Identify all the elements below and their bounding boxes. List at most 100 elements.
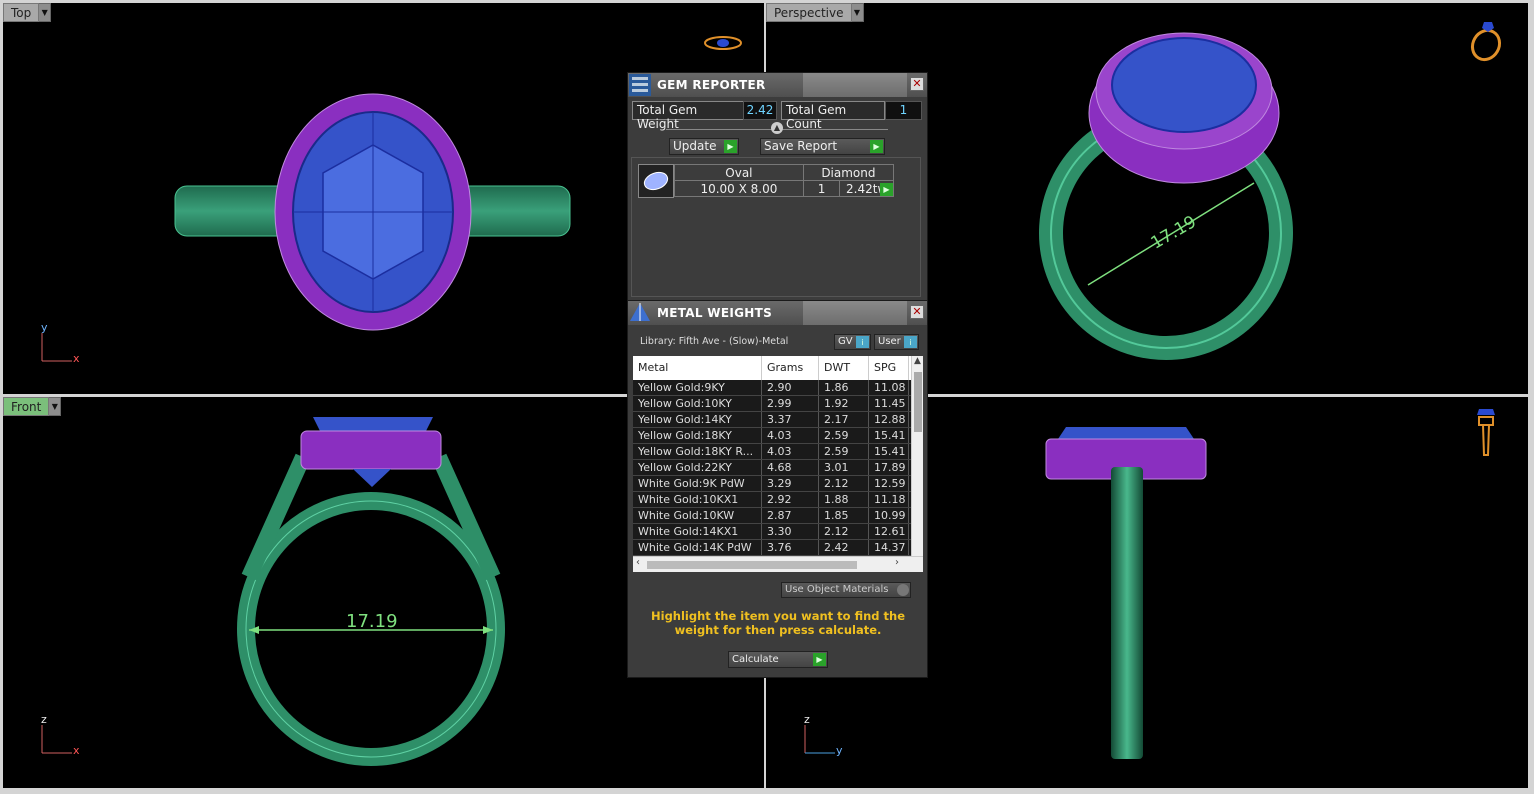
table-cell: 2.12 xyxy=(819,476,869,491)
title-gradient xyxy=(803,73,907,97)
scroll-thumb[interactable] xyxy=(914,372,922,432)
table-cell: 14.37 xyxy=(869,540,909,555)
table-row[interactable]: Yellow Gold:10KY 2.99 1.92 11.45 xyxy=(633,396,923,412)
play-icon: ▶ xyxy=(724,140,737,153)
table-row[interactable]: White Gold:9K PdW 3.29 2.12 12.59 xyxy=(633,476,923,492)
table-cell: Yellow Gold:10KY xyxy=(633,396,762,411)
viewport-top-label[interactable]: Top ▼ xyxy=(3,3,52,22)
metal-table-header: Metal Grams DWT SPG xyxy=(633,356,923,380)
library-label: Library: Fifth Ave - (Slow)-Metal xyxy=(640,336,789,347)
title-gradient xyxy=(803,301,907,325)
user-toggle[interactable]: User i xyxy=(874,334,919,350)
update-button[interactable]: Update ▶ xyxy=(669,138,739,155)
table-cell: Yellow Gold:18KY R... xyxy=(633,444,762,459)
save-report-button-label: Save Report xyxy=(764,139,838,153)
table-cell: 2.90 xyxy=(762,380,819,395)
use-object-materials-toggle[interactable]: Use Object Materials xyxy=(781,582,911,598)
table-cell: 2.99 xyxy=(762,396,819,411)
table-cell: 10.99 xyxy=(869,508,909,523)
table-row[interactable]: White Gold:14KX1 3.30 2.12 12.61 xyxy=(633,524,923,540)
axis-gizmo: z y xyxy=(799,713,849,762)
save-report-button[interactable]: Save Report ▶ xyxy=(760,138,885,155)
table-row[interactable]: White Gold:10KW 2.87 1.85 10.99 xyxy=(633,508,923,524)
table-cell: 3.01 xyxy=(819,460,869,475)
table-row[interactable]: Yellow Gold:22KY 4.68 3.01 17.89 xyxy=(633,460,923,476)
table-cell: White Gold:10KW xyxy=(633,508,762,523)
gem-thumbnail[interactable] xyxy=(638,164,674,198)
scroll-up-icon[interactable]: ▲ xyxy=(912,356,923,366)
ring-view-icon[interactable] xyxy=(1471,407,1501,462)
close-icon[interactable]: ✕ xyxy=(910,77,924,91)
table-cell: 4.03 xyxy=(762,428,819,443)
user-toggle-label: User xyxy=(878,336,901,347)
table-row[interactable]: Yellow Gold:14KY 3.37 2.17 12.88 xyxy=(633,412,923,428)
table-cell: 3.76 xyxy=(762,540,819,555)
scroll-thumb[interactable] xyxy=(647,561,857,569)
table-cell: 4.68 xyxy=(762,460,819,475)
info-icon: i xyxy=(856,336,869,348)
chevron-down-icon[interactable]: ▼ xyxy=(49,397,62,416)
metal-table[interactable]: Metal Grams DWT SPG Yellow Gold:9KY 2.90 1… xyxy=(633,356,923,572)
calculate-button[interactable]: Calculate ▶ xyxy=(728,651,828,668)
close-icon[interactable]: ✕ xyxy=(910,305,924,319)
column-header[interactable]: Metal xyxy=(633,356,762,380)
column-header[interactable]: Grams xyxy=(762,356,819,380)
column-header[interactable]: SPG xyxy=(869,356,909,380)
use-object-materials-label: Use Object Materials xyxy=(785,584,889,595)
calculate-button-label: Calculate xyxy=(732,654,779,665)
table-cell: 17.89 xyxy=(869,460,909,475)
table-cell: 12.59 xyxy=(869,476,909,491)
table-cell: 1.88 xyxy=(819,492,869,507)
update-button-label: Update xyxy=(673,139,717,153)
table-cell: 15.41 xyxy=(869,428,909,443)
gem-count: 1 xyxy=(802,180,841,197)
vertical-scrollbar[interactable]: ▲ xyxy=(911,356,923,556)
chevron-down-icon[interactable]: ▼ xyxy=(851,3,864,22)
viewport-front-label[interactable]: Front ▼ xyxy=(3,397,62,416)
ring-view-icon[interactable] xyxy=(1466,18,1506,63)
radio-icon xyxy=(897,584,909,596)
gem-table[interactable]: Oval Diamond 10.00 X 8.00 1 2.42tw xyxy=(674,164,895,197)
table-row[interactable]: White Gold:10KX1 2.92 1.88 11.18 xyxy=(633,492,923,508)
gv-toggle[interactable]: GV i xyxy=(834,334,871,350)
total-gem-count-label: Total Gem Count xyxy=(781,101,885,131)
table-cell: 4.03 xyxy=(762,444,819,459)
table-row[interactable]: Yellow Gold:18KY 4.03 2.59 15.41 xyxy=(633,428,923,444)
table-cell: Yellow Gold:22KY xyxy=(633,460,762,475)
play-icon: ▶ xyxy=(813,653,826,666)
viewport-name[interactable]: Front xyxy=(3,397,50,416)
collapse-icon[interactable]: ▲ xyxy=(771,122,783,134)
gem-reporter-titlebar[interactable]: GEM REPORTER ✕ xyxy=(628,73,927,97)
gem-row-play-icon[interactable]: ▶ xyxy=(880,183,893,196)
table-cell: 1.86 xyxy=(819,380,869,395)
viewport-name[interactable]: Top xyxy=(3,3,40,22)
table-cell: Yellow Gold:14KY xyxy=(633,412,762,427)
total-gem-weight-label: Total Gem Weight xyxy=(632,101,745,131)
ring-view-icon[interactable] xyxy=(703,33,743,53)
table-cell: 11.18 xyxy=(869,492,909,507)
viewport-name[interactable]: Perspective xyxy=(766,3,852,22)
axis-z-label: z xyxy=(804,713,810,726)
axis-x-label: x xyxy=(73,352,80,365)
column-header[interactable]: DWT xyxy=(819,356,869,380)
scroll-left-icon[interactable]: ‹ xyxy=(636,557,640,568)
horizontal-scrollbar[interactable]: ‹ › xyxy=(633,556,923,572)
table-cell: Yellow Gold:18KY xyxy=(633,428,762,443)
panel-title: GEM REPORTER xyxy=(657,78,766,92)
chevron-down-icon[interactable]: ▼ xyxy=(39,3,52,22)
gv-toggle-label: GV xyxy=(838,336,853,347)
table-cell: 11.45 xyxy=(869,396,909,411)
table-row[interactable]: Yellow Gold:18KY R... 4.03 2.59 15.41 xyxy=(633,444,923,460)
scroll-right-icon[interactable]: › xyxy=(895,557,899,568)
metal-weights-panel: METAL WEIGHTS ✕ Library: Fifth Ave - (Sl… xyxy=(627,300,928,678)
gem-size: 10.00 X 8.00 xyxy=(674,180,804,197)
table-cell: 3.29 xyxy=(762,476,819,491)
table-cell: White Gold:14KX1 xyxy=(633,524,762,539)
table-cell: Yellow Gold:9KY xyxy=(633,380,762,395)
table-row[interactable]: Yellow Gold:9KY 2.90 1.86 11.08 xyxy=(633,380,923,396)
metal-weights-titlebar[interactable]: METAL WEIGHTS ✕ xyxy=(628,301,927,325)
axis-gizmo: z x xyxy=(36,713,86,762)
table-row[interactable]: White Gold:14K PdW 3.76 2.42 14.37 xyxy=(633,540,923,556)
viewport-perspective-label[interactable]: Perspective ▼ xyxy=(766,3,864,22)
table-cell: 2.17 xyxy=(819,412,869,427)
